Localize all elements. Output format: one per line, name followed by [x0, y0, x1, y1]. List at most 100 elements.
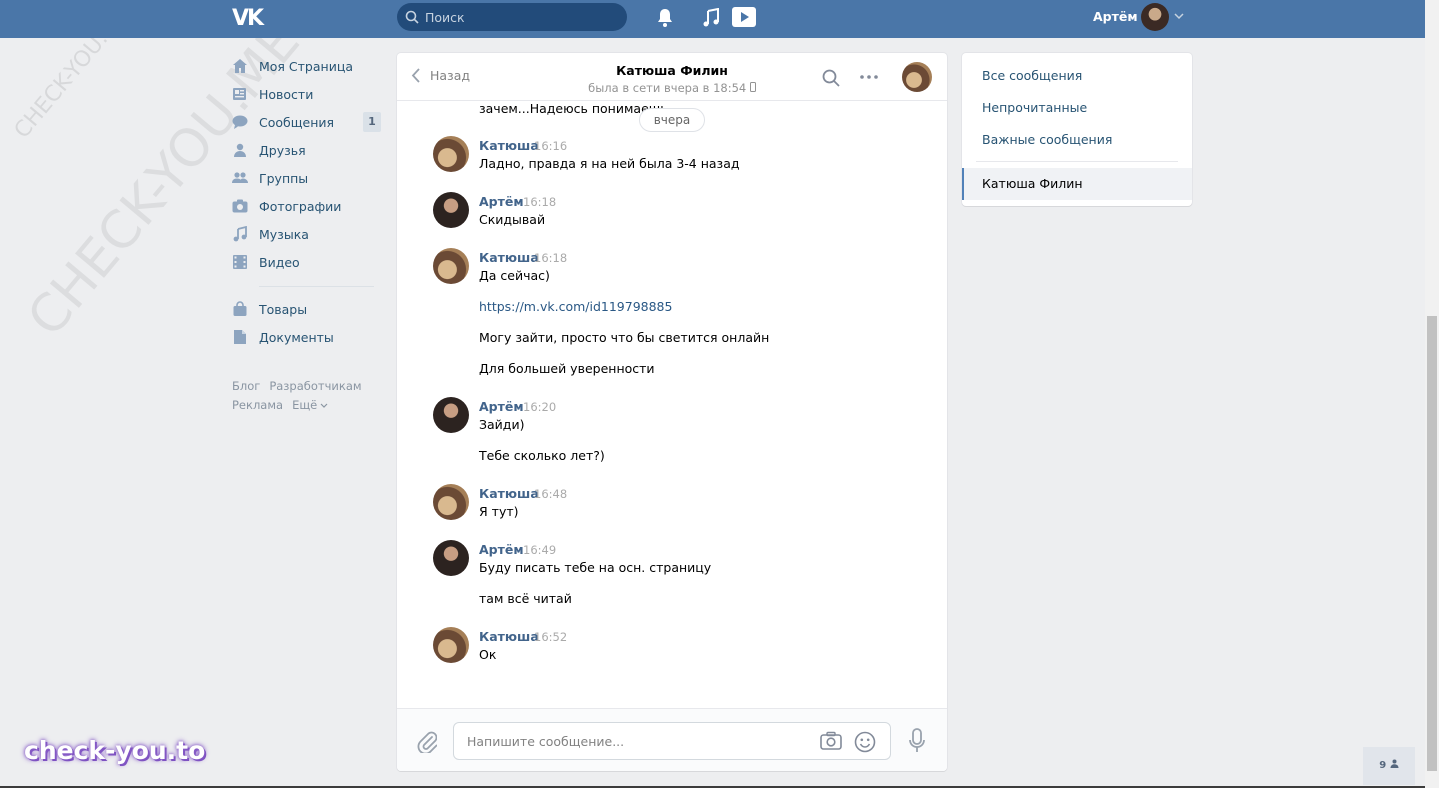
- more-icon[interactable]: [860, 75, 878, 79]
- avatar[interactable]: [433, 248, 469, 284]
- person-icon: [1390, 759, 1399, 768]
- sidebar-item-label: Видео: [259, 254, 300, 270]
- message-input-box[interactable]: [453, 722, 891, 760]
- message-link[interactable]: https://m.vk.com/id119798885: [479, 299, 672, 314]
- chat-avatar[interactable]: [902, 62, 932, 92]
- search-icon[interactable]: [822, 69, 840, 87]
- film-icon: [232, 254, 248, 270]
- top-header: VK Артём: [0, 0, 1425, 38]
- camera-icon[interactable]: [820, 731, 842, 751]
- footer-link-developers[interactable]: Разработчикам: [269, 379, 361, 393]
- online-count: 9: [1379, 760, 1387, 771]
- scrollbar-thumb[interactable]: [1427, 316, 1437, 771]
- vk-logo[interactable]: VK: [232, 6, 266, 31]
- message-time[interactable]: 16:48: [534, 487, 567, 501]
- chevron-down-icon[interactable]: [1174, 12, 1184, 20]
- music-icon[interactable]: [702, 8, 720, 28]
- avatar[interactable]: [433, 192, 469, 228]
- news-icon: [232, 86, 248, 102]
- avatar[interactable]: [433, 136, 469, 172]
- message-text: Могу зайти, просто что бы светится онлай…: [479, 330, 770, 345]
- message-text: Ок: [479, 647, 497, 662]
- avatar[interactable]: [433, 484, 469, 520]
- message-author[interactable]: Катюша: [479, 138, 539, 153]
- message-time[interactable]: 16:49: [523, 543, 556, 557]
- message-text: Ладно, правда я на ней была 3-4 назад: [479, 156, 740, 171]
- filter-unread[interactable]: Непрочитанные: [982, 100, 1087, 115]
- message-text: Я тут): [479, 504, 519, 519]
- avatar[interactable]: [433, 627, 469, 663]
- sidebar-item-docs[interactable]: Документы: [232, 323, 382, 351]
- chat-status-text: была в сети вчера в 18:54: [588, 81, 747, 95]
- sidebar-item-my-page[interactable]: Моя Страница: [232, 52, 382, 80]
- unread-badge: 1: [363, 112, 381, 132]
- chat-status: была в сети вчера в 18:54: [397, 81, 947, 95]
- sidebar-item-label: Сообщения: [259, 114, 335, 130]
- avatar[interactable]: [433, 540, 469, 576]
- play-icon[interactable]: [732, 7, 756, 27]
- sidebar-item-video[interactable]: Видео: [232, 248, 382, 276]
- footer-link-ads[interactable]: Реклама: [232, 398, 283, 412]
- user-name[interactable]: Артём: [1093, 9, 1138, 24]
- user-avatar[interactable]: [1141, 3, 1169, 31]
- camera-icon: [232, 198, 248, 214]
- avatar[interactable]: [433, 397, 469, 433]
- message-author[interactable]: Катюша: [479, 250, 539, 265]
- message-author[interactable]: Катюша: [479, 629, 539, 644]
- message-time[interactable]: 16:18: [523, 195, 556, 209]
- online-friends-button[interactable]: 9: [1363, 747, 1415, 785]
- sidebar-item-label: Группы: [259, 170, 309, 186]
- message-time[interactable]: 16:18: [534, 251, 567, 265]
- groups-icon: [232, 170, 248, 186]
- day-divider: вчера: [639, 108, 705, 132]
- page-scrollbar[interactable]: [1425, 0, 1439, 788]
- filter-active-dialog[interactable]: Катюша Филин: [962, 168, 1192, 200]
- sidebar-item-label: Новости: [259, 86, 314, 102]
- sidebar-item-news[interactable]: Новости: [232, 80, 382, 108]
- chevron-down-icon: [320, 403, 328, 408]
- message-author[interactable]: Артём: [479, 542, 524, 557]
- footer-link-blog[interactable]: Блог: [232, 379, 260, 393]
- music-note-icon: [232, 226, 248, 242]
- sidebar-item-messages[interactable]: Сообщения 1: [232, 108, 382, 136]
- message-text: Буду писать тебе на осн. страницу: [479, 560, 712, 575]
- message-history[interactable]: зачем...Надеюсь понимаешь вчера Катюша 1…: [397, 102, 947, 712]
- message-filters: Все сообщения Непрочитанные Важные сообщ…: [962, 53, 1192, 206]
- sidebar-divider: [259, 286, 374, 287]
- sidebar-item-music[interactable]: Музыка: [232, 220, 382, 248]
- smile-icon[interactable]: [854, 731, 876, 753]
- search-box[interactable]: [397, 3, 627, 31]
- search-input[interactable]: [425, 3, 620, 31]
- sidebar-item-label: Моя Страница: [259, 58, 353, 74]
- footer-link-more[interactable]: Ещё: [292, 398, 328, 412]
- message-time[interactable]: 16:52: [534, 630, 567, 644]
- sidebar-item-label: Музыка: [259, 226, 309, 242]
- microphone-icon[interactable]: [909, 728, 925, 754]
- mobile-icon: [749, 82, 756, 92]
- watermark-logo: check-you.to: [24, 736, 206, 765]
- message-text: Для большей уверенности: [479, 361, 655, 376]
- composer: [397, 708, 947, 771]
- message-time[interactable]: 16:20: [523, 400, 556, 414]
- message-author[interactable]: Артём: [479, 194, 524, 209]
- message-text: Да сейчас): [479, 268, 550, 283]
- message-author[interactable]: Артём: [479, 399, 524, 414]
- home-icon: [232, 58, 248, 74]
- filter-important[interactable]: Важные сообщения: [982, 132, 1112, 147]
- search-icon: [405, 10, 419, 24]
- friends-icon: [232, 142, 248, 158]
- sidebar-item-label: Друзья: [259, 142, 306, 158]
- message-text: Тебе сколько лет?): [479, 448, 605, 463]
- message-author[interactable]: Катюша: [479, 486, 539, 501]
- sidebar-item-goods[interactable]: Товары: [232, 295, 382, 323]
- paperclip-icon[interactable]: [417, 729, 437, 753]
- filter-all-messages[interactable]: Все сообщения: [982, 68, 1082, 83]
- bell-icon[interactable]: [656, 8, 674, 28]
- message-time[interactable]: 16:16: [534, 139, 567, 153]
- message-text: Скидывай: [479, 212, 546, 227]
- sidebar-item-friends[interactable]: Друзья: [232, 136, 382, 164]
- sidebar-item-groups[interactable]: Группы: [232, 164, 382, 192]
- message-text: Зайди): [479, 417, 525, 432]
- message-input[interactable]: [467, 723, 807, 759]
- sidebar-item-photos[interactable]: Фотографии: [232, 192, 382, 220]
